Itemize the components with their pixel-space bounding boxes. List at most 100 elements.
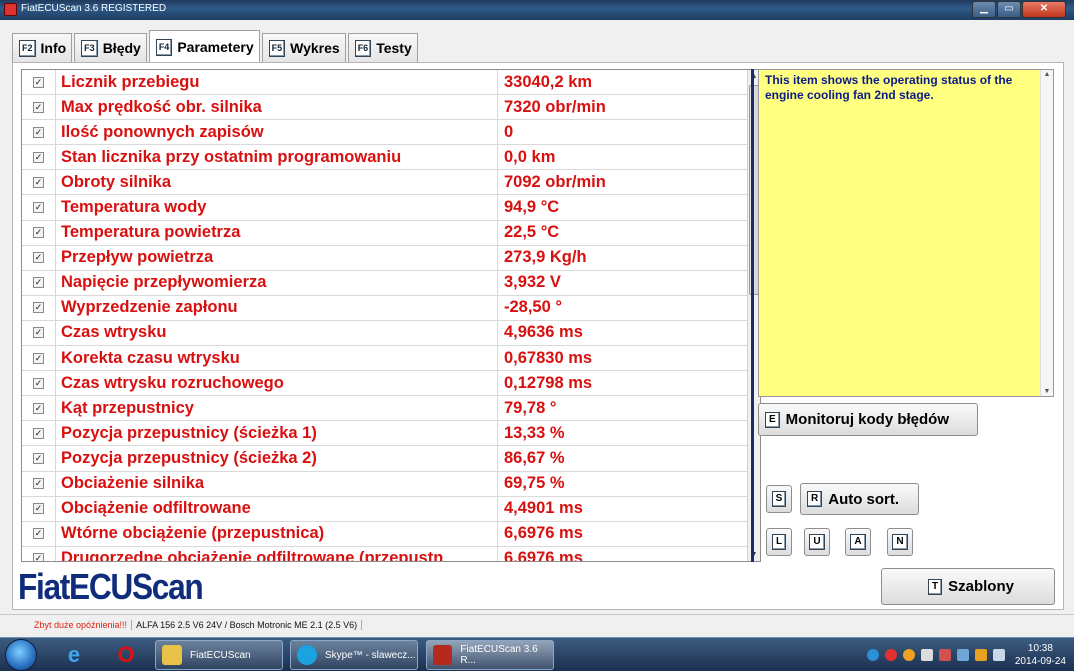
row-checkbox[interactable]: ✓ [33,327,44,339]
parameter-name: Napięcie przepływomierza [56,270,498,295]
parameter-row[interactable]: ✓ Stan licznika przy ostatnim programowan… [22,145,748,171]
parameter-name: Stan licznika przy ostatnim programowani… [56,145,498,170]
row-checkbox-cell: ✓ [22,120,56,145]
parameter-row[interactable]: ✓ Drugorzedne obciażenie odfiltrowane (pr… [22,546,748,561]
parameter-row[interactable]: ✓ Napięcie przepływomierza 3,932 V [22,270,748,296]
clock[interactable]: 10:38 2014-09-24 [1015,642,1066,668]
app-icon [4,3,17,16]
parameter-row[interactable]: ✓ Licznik przebiegu 33040,2 km [22,70,748,96]
close-button[interactable]: ✕ [1022,1,1066,18]
parameter-row[interactable]: ✓ Przepływ powietrza 273,9 Kg/h [22,245,748,271]
monitor-error-codes-button[interactable]: E Monitoruj kody błędów [758,403,978,436]
parameter-row[interactable]: ✓ Temperatura wody 94,9 °C [22,195,748,221]
tab-errors[interactable]: F3 Błędy [74,33,147,62]
parameter-row[interactable]: ✓ Pozycja przepustnicy (ścieżka 1) 13,33 % [22,421,748,447]
network-icon[interactable] [956,649,969,661]
description-scrollbar[interactable]: ▲ ▼ [1040,70,1053,396]
taskbar-item-fiatecuscan[interactable]: FiatECUScan 3.6 R... [426,640,554,670]
row-checkbox[interactable]: ✓ [33,553,44,561]
scroll-down-icon[interactable]: ▼ [748,548,760,561]
parameter-row[interactable]: ✓ Temperatura powietrza 22,5 °C [22,220,748,246]
row-checkbox-cell: ✓ [22,170,56,195]
row-checkbox[interactable]: ✓ [33,302,44,314]
row-checkbox[interactable]: ✓ [33,452,44,464]
parameter-value: 0,12798 ms [504,373,593,392]
scroll-up-icon[interactable]: ▲ [1041,71,1053,78]
a-button[interactable]: A [845,528,871,556]
parameter-grid: ✓ Licznik przebiegu 33040,2 km ✓ Max prędkoś… [21,69,761,562]
u-button[interactable]: U [804,528,830,556]
row-checkbox[interactable]: ✓ [33,252,44,264]
row-checkbox-cell: ✓ [22,521,56,546]
button-label: Auto sort. [828,490,900,508]
flag-icon[interactable] [920,649,933,661]
tray-icon[interactable] [902,649,915,661]
system-tray: 10:38 2014-09-24 [861,641,1066,669]
tab-label: Testy [376,40,412,56]
parameter-value: 33040,2 km [504,72,593,91]
row-checkbox[interactable]: ✓ [33,202,44,214]
parameter-name: Temperatura powietrza [56,220,498,245]
parameter-row[interactable]: ✓ Obciażenie silnika 69,75 % [22,471,748,497]
row-checkbox[interactable]: ✓ [33,377,44,389]
vehicle-info: ALFA 156 2.5 V6 24V / Bosch Motronic ME … [136,620,363,630]
parameter-row[interactable]: ✓ Korekta czasu wtrysku 0,67830 ms [22,346,748,372]
parameter-value: 3,932 V [504,273,561,292]
parameter-row[interactable]: ✓ Pozycja przepustnicy (ścieżka 2) 86,67 % [22,446,748,472]
row-checkbox[interactable]: ✓ [33,478,44,490]
power-icon[interactable] [974,649,987,661]
l-button[interactable]: L [766,528,792,556]
row-checkbox[interactable]: ✓ [33,277,44,289]
parameter-row[interactable]: ✓ Czas wtrysku rozruchowego 0,12798 ms [22,371,748,397]
maximize-button[interactable]: ▭ [997,1,1021,18]
templates-button[interactable]: T Szablony [881,568,1055,605]
parameter-row[interactable]: ✓ Max prędkość obr. silnika 7320 obr/min [22,95,748,121]
splitter[interactable] [751,69,754,562]
parameter-row[interactable]: ✓ Wyprzedzenie zapłonu -28,50 ° [22,295,748,321]
auto-sort-button[interactable]: R Auto sort. [800,483,919,515]
tray-icon[interactable] [866,649,879,661]
tab-chart[interactable]: F5 Wykres [261,33,346,62]
row-checkbox-cell: ✓ [22,145,56,170]
parameter-value: 6,6976 ms [504,524,583,543]
parameter-row[interactable]: ✓ Ilość ponownych zapisów 0 [22,120,748,146]
row-checkbox[interactable]: ✓ [33,503,44,515]
row-checkbox[interactable]: ✓ [33,101,44,113]
scroll-down-icon[interactable]: ▼ [1041,388,1053,395]
n-button[interactable]: N [887,528,913,556]
row-checkbox[interactable]: ✓ [33,126,44,138]
parameter-row[interactable]: ✓ Obciążenie odfiltrowane 4,4901 ms [22,496,748,522]
s-button[interactable]: S [766,485,792,513]
row-checkbox[interactable]: ✓ [33,402,44,414]
row-checkbox[interactable]: ✓ [33,227,44,239]
row-checkbox[interactable]: ✓ [33,176,44,188]
row-checkbox[interactable]: ✓ [33,528,44,540]
skype-icon [297,645,317,665]
start-button[interactable] [5,639,37,671]
tab-info[interactable]: F2 Info [12,33,73,62]
parameter-row[interactable]: ✓ Obroty silnika 7092 obr/min [22,170,748,196]
row-checkbox[interactable]: ✓ [33,151,44,163]
parameter-row[interactable]: ✓ Kąt przepustnicy 79,78 ° [22,396,748,422]
parameter-row[interactable]: ✓ Czas wtrysku 4,9636 ms [22,320,748,347]
row-checkbox-cell: ✓ [22,546,56,561]
taskbar-item-skype[interactable]: Skype™ - slawecz... [290,640,418,670]
tray-icon[interactable] [938,649,951,661]
parameter-value: 4,4901 ms [504,499,583,518]
tab-parameters[interactable]: F4 Parametery [148,30,260,63]
row-checkbox[interactable]: ✓ [33,427,44,439]
row-checkbox[interactable]: ✓ [33,352,44,364]
parameter-value: 273,9 Kg/h [504,248,587,267]
tray-icon[interactable] [884,649,897,661]
taskbar-item-fiatecuscan-folder[interactable]: FiatECUScan [155,640,283,670]
parameter-row[interactable]: ✓ Wtórne obciążenie (przepustnica) 6,6976 … [22,521,748,547]
parameter-value: 94,9 °C [504,198,560,217]
opera-pinned[interactable]: O [102,640,150,670]
ie-pinned[interactable]: e [50,640,98,670]
task-label: FiatECUScan 3.6 R... [460,644,538,666]
row-checkbox[interactable]: ✓ [33,76,44,88]
volume-icon[interactable] [992,649,1005,661]
minimize-button[interactable]: ▁ [972,1,996,18]
tab-key: F3 [81,39,98,57]
tab-tests[interactable]: F6 Testy [347,33,418,62]
